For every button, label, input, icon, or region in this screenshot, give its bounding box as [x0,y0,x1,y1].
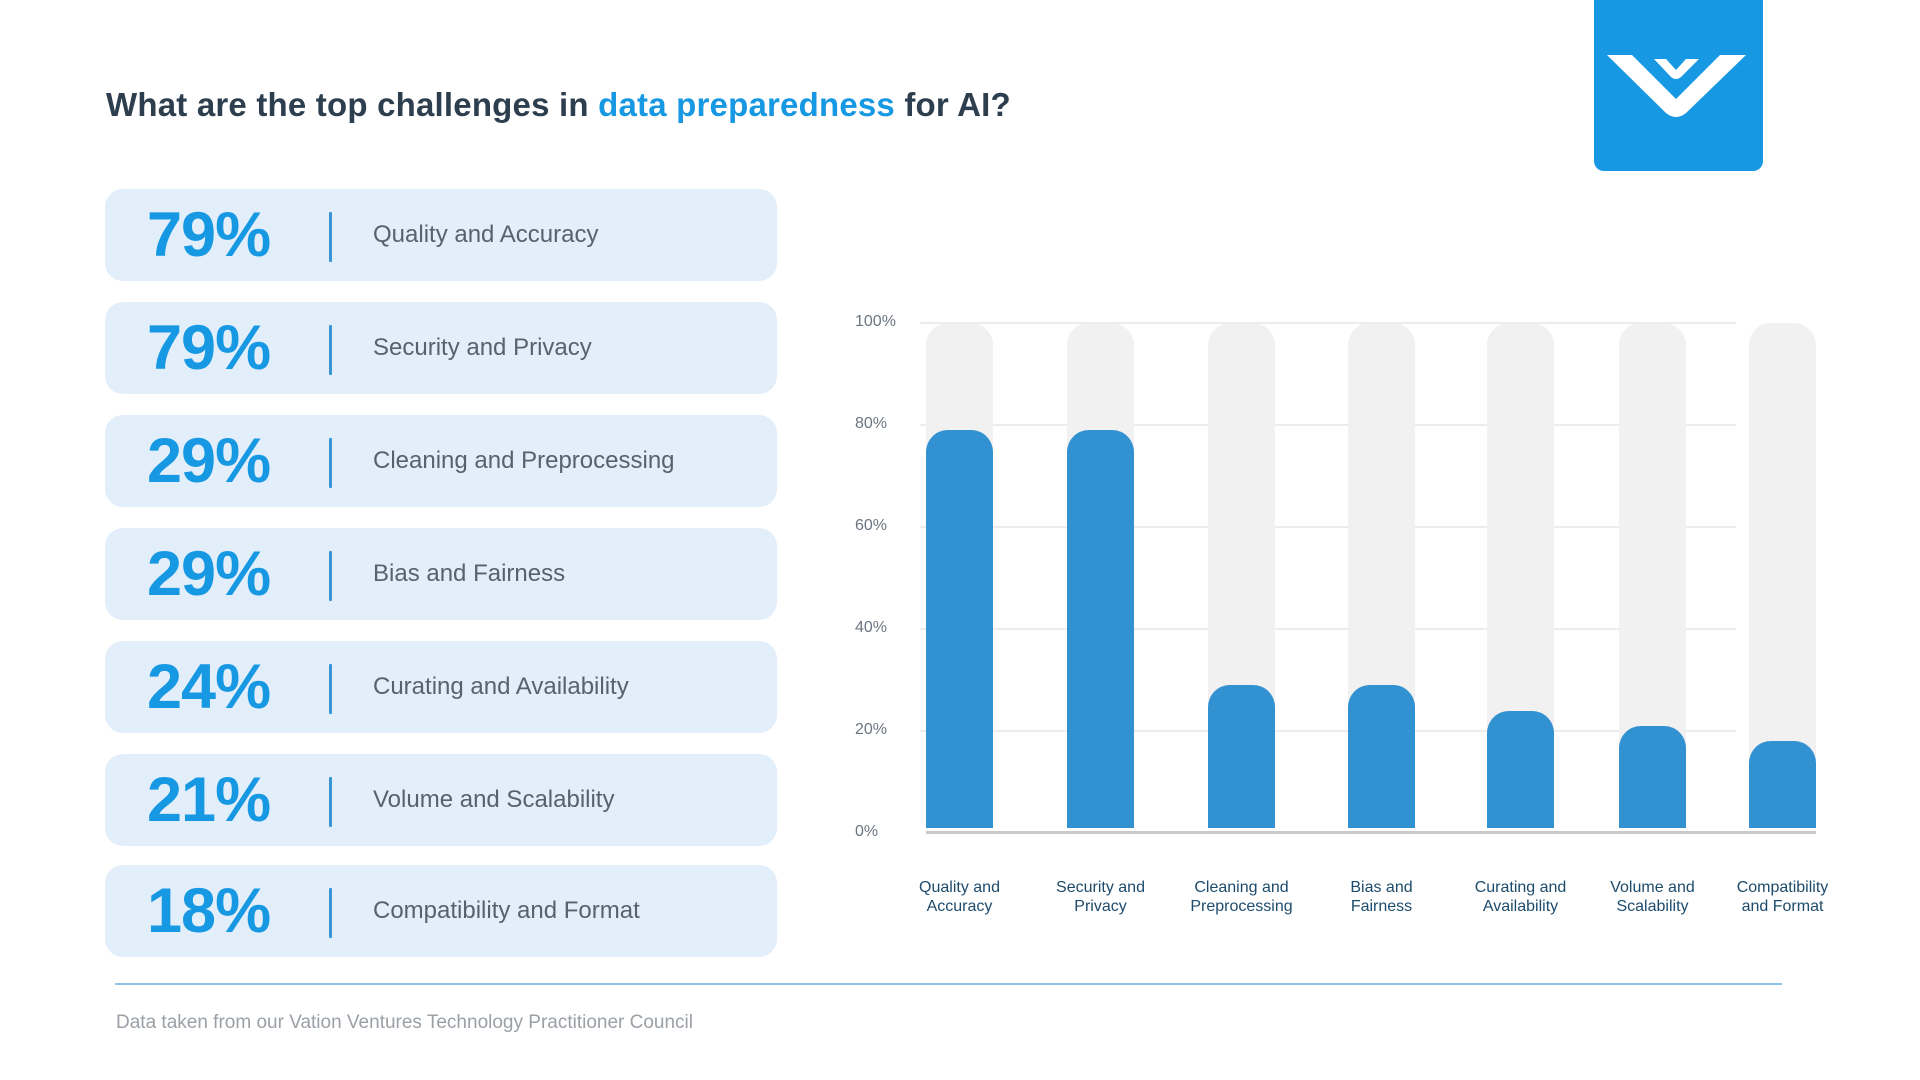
bar [1619,725,1686,828]
x-tick-label: Curating and Availability [1474,879,1567,915]
gridline [920,322,1736,324]
y-tick-label: 40% [855,619,888,636]
bar [1067,430,1134,828]
bar [1348,685,1415,828]
y-tick-label: 60% [855,517,888,534]
bar [1749,741,1816,828]
x-tick-label: Security and Privacy [1056,879,1145,915]
footer-divider [115,983,1782,985]
y-tick-label: 100% [855,313,896,330]
bar [1487,710,1554,828]
y-tick-label: 20% [855,721,888,738]
source-note: Data taken from our Vation Ventures Tech… [116,1012,694,1033]
gridline [920,424,1736,426]
x-tick-label: Cleaning and Preprocessing [1190,879,1293,915]
gridline [920,730,1736,732]
gridline [920,526,1736,528]
bar [1208,685,1275,828]
x-tick-label: Volume and Scalability [1610,879,1695,915]
gridline [920,628,1736,630]
x-tick-label: Quality and Accuracy [919,879,1000,915]
bar [926,430,993,828]
bar-chart: 0% 20% 40% 60% 80% 100% Quality and Accuracy Se… [0,0,1920,1080]
x-axis-line [926,831,1816,834]
x-tick-label: Compatibility and Format [1736,879,1829,915]
y-tick-label: 0% [855,823,879,840]
y-tick-label: 80% [855,415,888,432]
x-tick-label: Bias and Fairness [1350,879,1413,915]
